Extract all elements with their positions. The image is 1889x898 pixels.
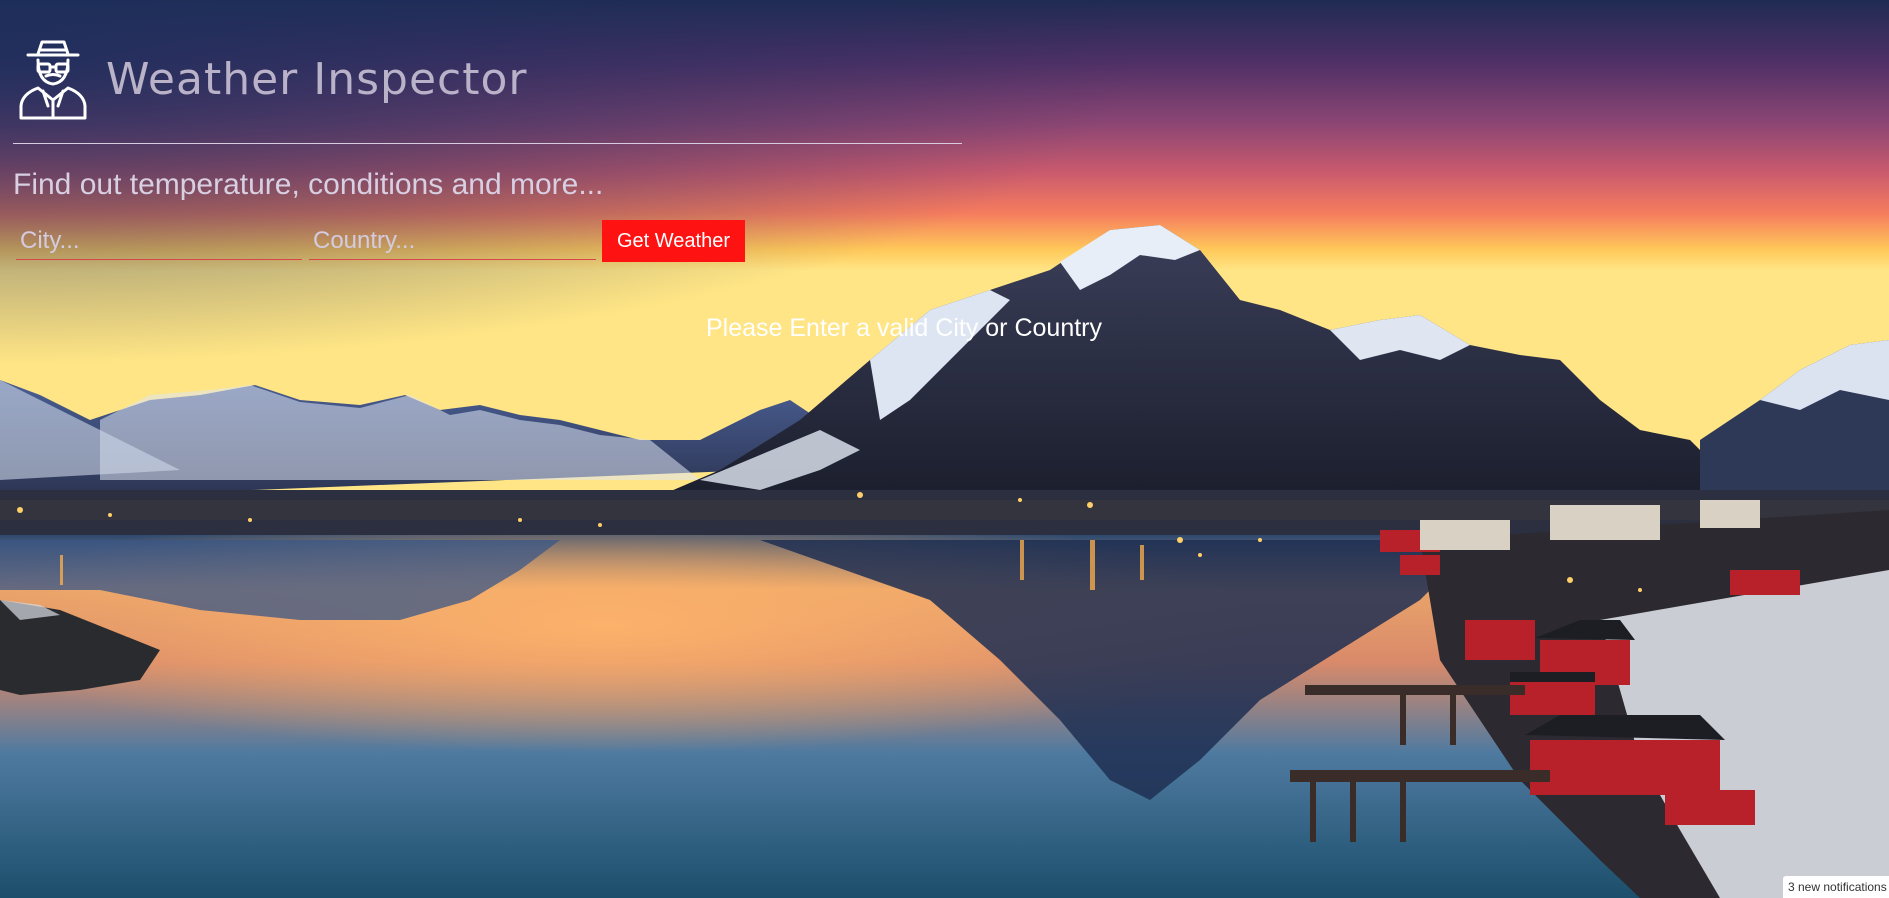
country-input[interactable] <box>309 222 596 260</box>
get-weather-button[interactable]: Get Weather <box>602 220 745 262</box>
header-divider <box>13 143 962 144</box>
city-input[interactable] <box>16 222 302 260</box>
notification-toast[interactable]: 3 new notifications <box>1783 876 1889 898</box>
background-landscape <box>0 0 1889 898</box>
weather-app-page: Weather Inspector Find out temperature, … <box>0 0 1889 898</box>
app-title: Weather Inspector <box>106 53 528 105</box>
detective-icon <box>19 40 87 120</box>
app-header: Weather Inspector <box>16 38 528 120</box>
status-message: Please Enter a valid City or Country <box>705 314 1102 342</box>
app-subtitle: Find out temperature, conditions and mor… <box>13 168 604 201</box>
